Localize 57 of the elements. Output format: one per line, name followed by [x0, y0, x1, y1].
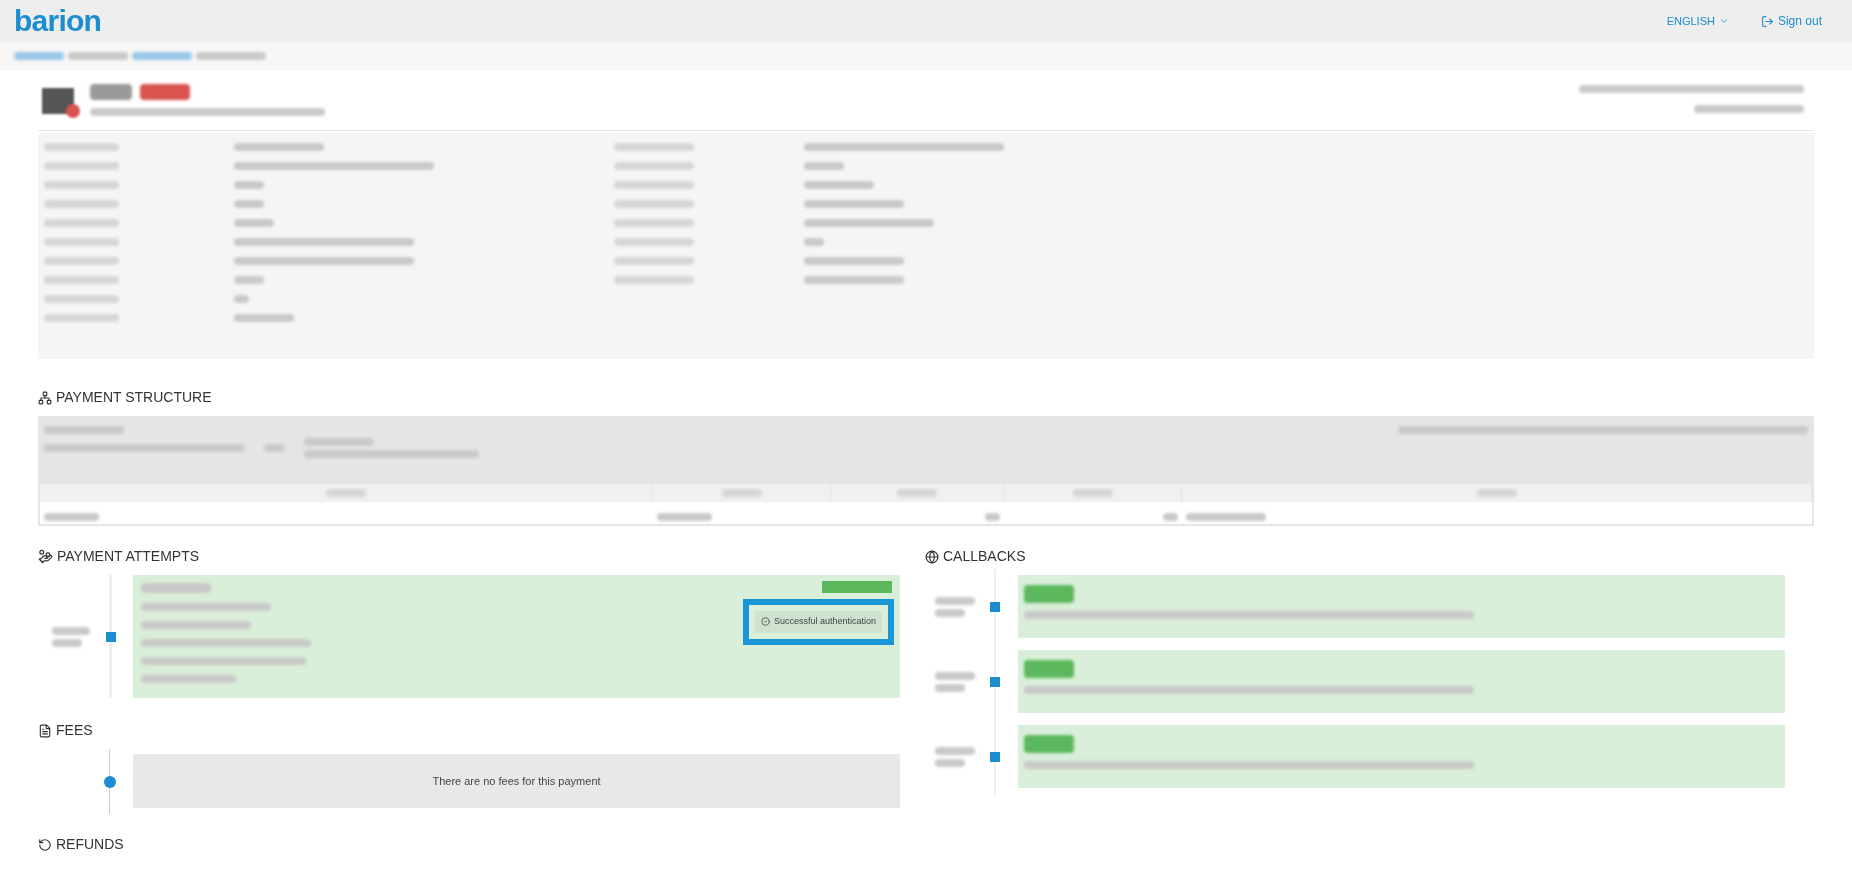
- section-title: FEES: [56, 721, 93, 740]
- section-title: CALLBACKS: [943, 547, 1026, 566]
- redacted-text: [68, 52, 128, 60]
- structure-icon: [38, 390, 52, 405]
- redacted-text: [935, 608, 965, 617]
- refund-icon: [38, 837, 52, 852]
- redacted-text: [935, 746, 975, 755]
- auth-status-text: Successful authentication: [773, 615, 876, 628]
- redacted-text: [304, 438, 374, 446]
- redacted-text: [804, 238, 824, 246]
- redacted-text: [1072, 489, 1113, 497]
- redacted-text: [1024, 660, 1074, 678]
- redacted-text: [90, 84, 132, 100]
- section-title: REFUNDS: [56, 835, 124, 854]
- check-icon: [760, 617, 770, 627]
- redacted-text: [234, 314, 294, 322]
- redacted-text: [141, 583, 211, 593]
- redacted-text: [935, 683, 965, 692]
- redacted-text: [721, 489, 762, 497]
- sign-out-icon: [1760, 14, 1774, 28]
- redacted-text: [1024, 585, 1074, 603]
- redacted-text: [132, 52, 192, 60]
- document-icon: [38, 723, 52, 738]
- redacted-text: [234, 276, 264, 284]
- section-title: PAYMENT ATTEMPTS: [57, 547, 200, 566]
- redacted-text: [44, 512, 99, 521]
- logo[interactable]: barion: [14, 6, 102, 36]
- redacted-text: [985, 512, 1000, 521]
- redacted-text: [897, 489, 937, 497]
- redacted-text: [935, 596, 975, 605]
- section-title: PAYMENT STRUCTURE: [56, 388, 212, 407]
- redacted-text: [196, 52, 266, 60]
- redacted-text: [657, 512, 712, 521]
- redacted-text: [234, 295, 249, 303]
- redacted-text: [326, 489, 366, 497]
- redacted-text: [140, 84, 190, 100]
- redacted-text: [1163, 512, 1178, 521]
- redacted-text: [804, 181, 874, 189]
- redacted-text: [52, 626, 90, 635]
- hand-coin-icon: [38, 549, 53, 564]
- caret-icon: [1718, 16, 1729, 26]
- status-badge: [822, 581, 892, 593]
- globe-icon: [925, 549, 939, 564]
- redacted-text: [234, 219, 274, 227]
- redacted-text: [1476, 489, 1517, 497]
- redacted-text: [935, 671, 975, 680]
- redacted-text: [14, 52, 64, 60]
- language-dropdown[interactable]: ENGLISH: [1666, 12, 1729, 30]
- redacted-text: [234, 181, 264, 189]
- redacted-text: [264, 444, 284, 452]
- redacted-text: [935, 758, 965, 767]
- redacted-text: [52, 638, 82, 647]
- redacted-text: [804, 162, 844, 170]
- empty-message: There are no fees for this payment: [432, 773, 601, 789]
- redacted-text: [1024, 735, 1074, 753]
- redacted-text: [234, 200, 264, 208]
- sign-out-link[interactable]: Sign out: [1760, 12, 1822, 30]
